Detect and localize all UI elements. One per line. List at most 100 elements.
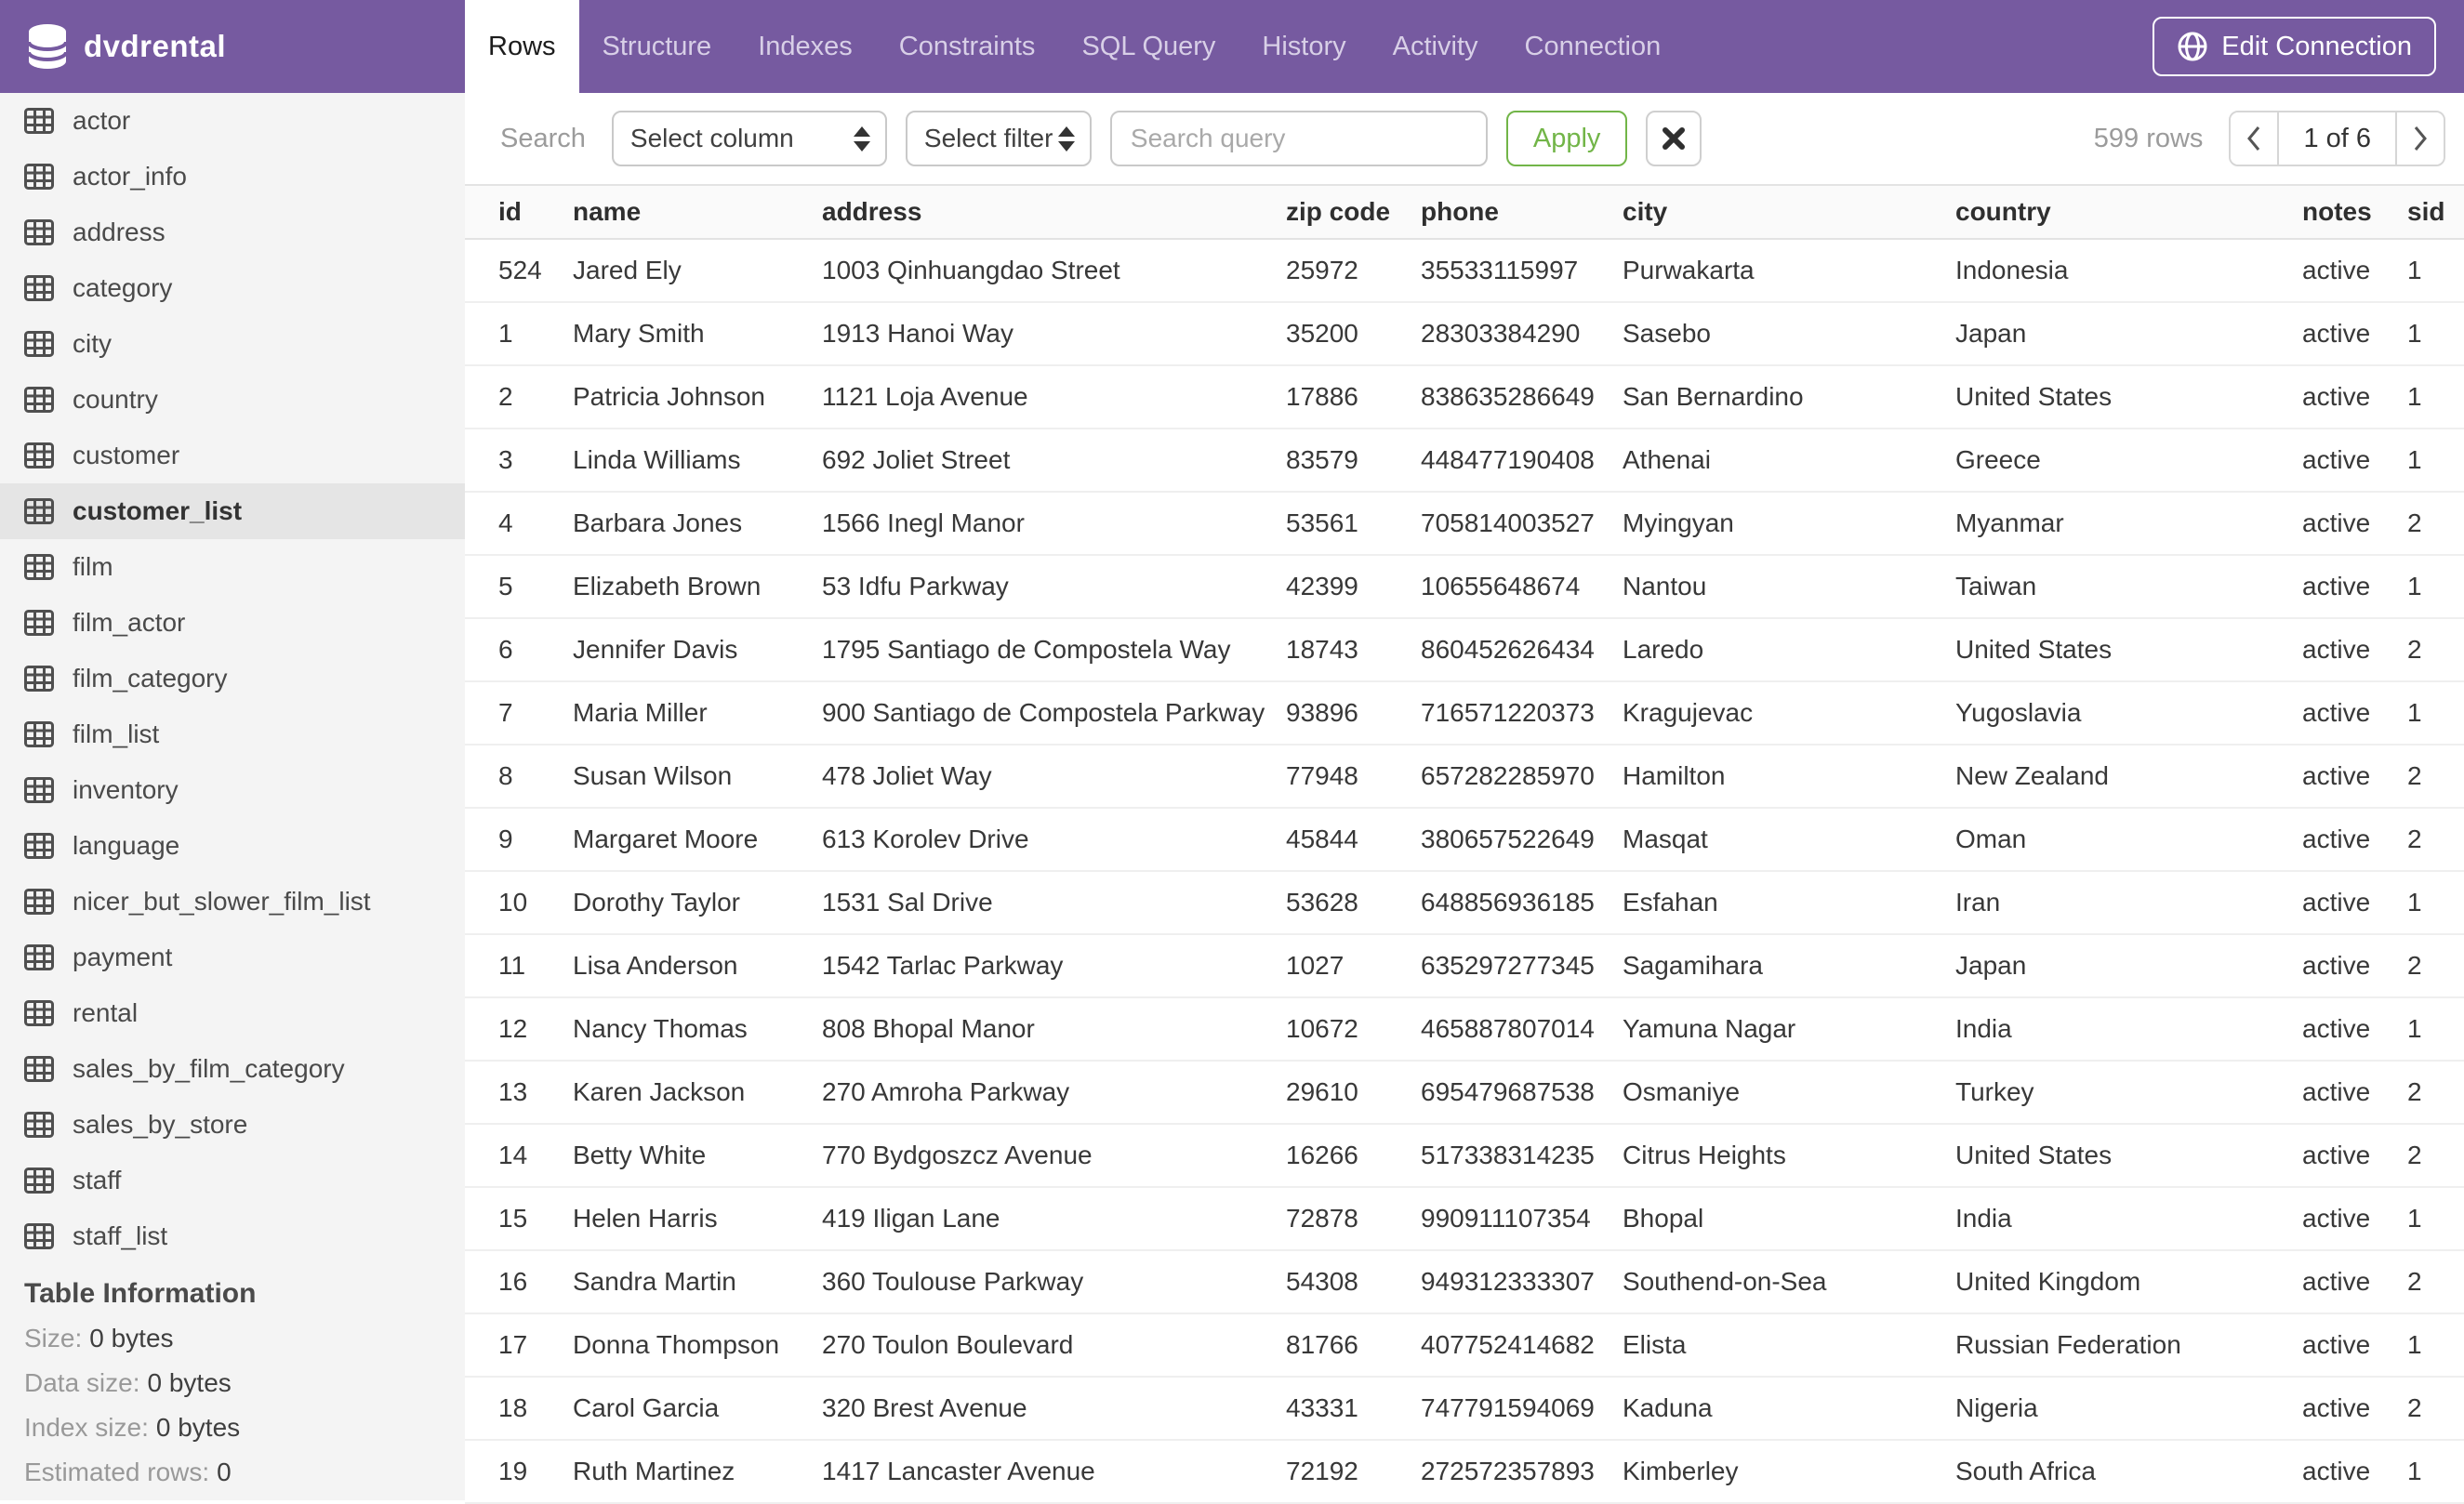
- sidebar-item-sales_by_film_category[interactable]: sales_by_film_category: [0, 1041, 465, 1097]
- cell-sid: 1: [2407, 888, 2422, 917]
- apply-button[interactable]: Apply: [1505, 111, 1628, 166]
- table-row[interactable]: 11 Lisa Anderson 1542 Tarlac Parkway 1027 63…: [465, 935, 2464, 998]
- cell-notes: active: [2302, 761, 2371, 790]
- table-row[interactable]: 16 Sandra Martin 360 Toulouse Parkway 54308…: [465, 1251, 2464, 1314]
- cell-id: 524: [498, 256, 542, 284]
- clear-search-button[interactable]: [1646, 111, 1702, 166]
- column-header-id[interactable]: id: [498, 197, 573, 227]
- edit-connection-button[interactable]: Edit Connection: [2153, 17, 2436, 76]
- column-header-phone[interactable]: phone: [1421, 197, 1623, 227]
- table-row[interactable]: 12 Nancy Thomas 808 Bhopal Manor 10672 46588…: [465, 998, 2464, 1062]
- table-row[interactable]: 1 Mary Smith 1913 Hanoi Way 35200 2830338429…: [465, 303, 2464, 366]
- cell-city: Kimberley: [1623, 1457, 1739, 1485]
- sidebar-item-actor_info[interactable]: actor_info: [0, 149, 465, 204]
- cell-notes: active: [2302, 635, 2371, 664]
- table-row[interactable]: 15 Helen Harris 419 Iligan Lane 72878 990911…: [465, 1188, 2464, 1251]
- table-grid-icon: [24, 275, 54, 301]
- cell-phone: 517338314235: [1421, 1141, 1595, 1169]
- table-row[interactable]: 18 Carol Garcia 320 Brest Avenue 43331 74779…: [465, 1378, 2464, 1441]
- table-item-label: customer: [73, 441, 180, 469]
- sidebar-item-city[interactable]: city: [0, 316, 465, 372]
- sidebar-item-payment[interactable]: payment: [0, 930, 465, 985]
- sidebar-item-film_category[interactable]: film_category: [0, 651, 465, 706]
- sidebar-item-customer_list[interactable]: customer_list: [0, 483, 465, 539]
- cell-address: 1531 Sal Drive: [822, 888, 993, 917]
- table-row[interactable]: 2 Patricia Johnson 1121 Loja Avenue 17886 83…: [465, 366, 2464, 429]
- tab-indexes[interactable]: Indexes: [735, 0, 876, 93]
- table-row[interactable]: 19 Ruth Martinez 1417 Lancaster Avenue 7219…: [465, 1441, 2464, 1504]
- table-row[interactable]: 4 Barbara Jones 1566 Inegl Manor 53561 70581…: [465, 493, 2464, 556]
- tab-constraints[interactable]: Constraints: [876, 0, 1059, 93]
- previous-page-button[interactable]: [2231, 112, 2278, 165]
- sidebar-item-film[interactable]: film: [0, 539, 465, 595]
- cell-city: Southend-on-Sea: [1623, 1267, 1827, 1296]
- column-header-country[interactable]: country: [1955, 197, 2302, 227]
- cell-country: Yugoslavia: [1955, 698, 2082, 727]
- cell-phone: 448477190408: [1421, 445, 1595, 474]
- table-item-label: nicer_but_slower_film_list: [73, 887, 371, 916]
- table-row[interactable]: 14 Betty White 770 Bydgoszcz Avenue 16266 51…: [465, 1125, 2464, 1188]
- table-information-section: Table Information Size: 0 bytes Data siz…: [0, 1272, 465, 1495]
- column-header-sid[interactable]: sid: [2407, 197, 2464, 227]
- tab-rows[interactable]: Rows: [465, 0, 579, 93]
- table-row[interactable]: 524 Jared Ely 1003 Qinhuangdao Street 25972…: [465, 240, 2464, 303]
- table-row[interactable]: 10 Dorothy Taylor 1531 Sal Drive 53628 64885…: [465, 872, 2464, 935]
- table-row[interactable]: 5 Elizabeth Brown 53 Idfu Parkway 42399 1065…: [465, 556, 2464, 619]
- search-label: Search: [500, 123, 586, 153]
- sidebar-item-staff[interactable]: staff: [0, 1153, 465, 1208]
- sidebar-item-film_list[interactable]: film_list: [0, 706, 465, 762]
- cell-country: India: [1955, 1204, 2012, 1233]
- sidebar-item-country[interactable]: country: [0, 372, 465, 428]
- table-row[interactable]: 3 Linda Williams 692 Joliet Street 83579 448…: [465, 429, 2464, 493]
- column-header-name[interactable]: name: [573, 197, 822, 227]
- table-item-label: staff_list: [73, 1221, 168, 1250]
- sidebar-item-film_actor[interactable]: film_actor: [0, 595, 465, 651]
- table-item-label: actor: [73, 106, 131, 135]
- tab-connection[interactable]: Connection: [1502, 0, 1685, 93]
- sidebar-item-inventory[interactable]: inventory: [0, 762, 465, 818]
- table-row[interactable]: 13 Karen Jackson 270 Amroha Parkway 29610 69…: [465, 1062, 2464, 1125]
- sidebar-item-customer[interactable]: customer: [0, 428, 465, 483]
- tab-sql-query[interactable]: SQL Query: [1058, 0, 1239, 93]
- table-row[interactable]: 8 Susan Wilson 478 Joliet Way 77948 65728228…: [465, 745, 2464, 809]
- tab-history[interactable]: History: [1239, 0, 1369, 93]
- tab-structure[interactable]: Structure: [579, 0, 735, 93]
- app-header: dvdrental Rows Structure Indexes Constraint…: [0, 0, 2464, 93]
- cell-zip-code: 16266: [1286, 1141, 1358, 1169]
- sidebar-item-sales_by_store[interactable]: sales_by_store: [0, 1097, 465, 1153]
- column-header-city[interactable]: city: [1623, 197, 1955, 227]
- sidebar-item-category[interactable]: category: [0, 260, 465, 316]
- cell-name: Maria Miller: [573, 698, 708, 727]
- table-row[interactable]: 7 Maria Miller 900 Santiago de Compostela …: [465, 682, 2464, 745]
- tab-activity[interactable]: Activity: [1370, 0, 1502, 93]
- column-header-address[interactable]: address: [822, 197, 1286, 227]
- table-row[interactable]: 17 Donna Thompson 270 Toulon Boulevard 8176…: [465, 1314, 2464, 1378]
- cell-address: 1566 Inegl Manor: [822, 508, 1025, 537]
- sidebar-item-staff_list[interactable]: staff_list: [0, 1208, 465, 1264]
- cell-country: United States: [1955, 635, 2113, 664]
- sidebar-item-rental[interactable]: rental: [0, 985, 465, 1041]
- column-header-zip-code[interactable]: zip code: [1286, 197, 1421, 227]
- column-select[interactable]: Select column: [611, 111, 887, 166]
- column-header-notes[interactable]: notes: [2302, 197, 2407, 227]
- cell-zip-code: 10672: [1286, 1014, 1358, 1043]
- sidebar-item-language[interactable]: language: [0, 818, 465, 874]
- table-grid-icon: [24, 1000, 54, 1026]
- cell-notes: active: [2302, 698, 2371, 727]
- sidebar-item-actor[interactable]: actor: [0, 93, 465, 149]
- cell-name: Helen Harris: [573, 1204, 718, 1233]
- sidebar-item-address[interactable]: address: [0, 204, 465, 260]
- table-row[interactable]: 6 Jennifer Davis 1795 Santiago de Composte…: [465, 619, 2464, 682]
- search-query-input[interactable]: [1109, 111, 1488, 166]
- sidebar-item-nicer_but_slower_film_list[interactable]: nicer_but_slower_film_list: [0, 874, 465, 930]
- chevron-right-icon: [2414, 126, 2427, 151]
- cell-country: United States: [1955, 1141, 2113, 1169]
- cell-sid: 1: [2407, 445, 2422, 474]
- table-row[interactable]: 9 Margaret Moore 613 Korolev Drive 45844 380…: [465, 809, 2464, 872]
- info-value: 0 bytes: [147, 1368, 232, 1397]
- filter-select[interactable]: Select filter: [905, 111, 1092, 166]
- cell-name: Sandra Martin: [573, 1267, 736, 1296]
- info-label: Size:: [24, 1324, 83, 1352]
- cell-country: Greece: [1955, 445, 2041, 474]
- next-page-button[interactable]: [2397, 112, 2444, 165]
